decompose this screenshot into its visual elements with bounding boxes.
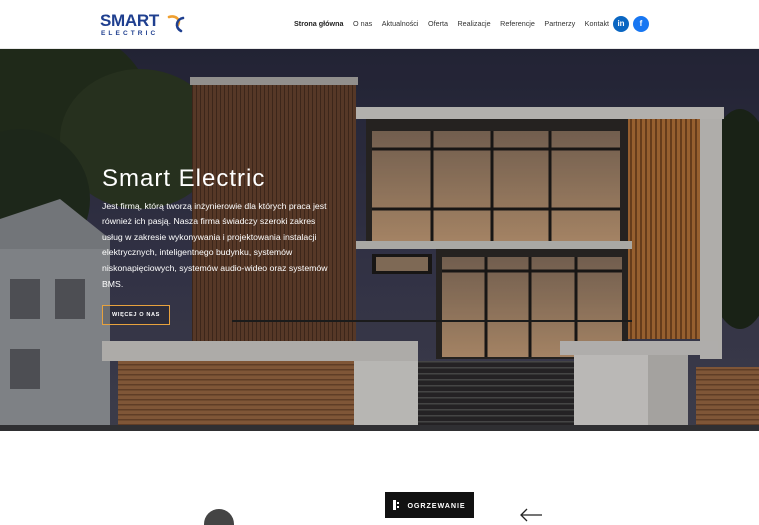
- logo-word: SMART: [100, 11, 159, 30]
- nav-item-references[interactable]: Referencje: [500, 18, 535, 32]
- logo[interactable]: SMART ELECTRIC: [100, 12, 190, 38]
- nav-item-news[interactable]: Aktualności: [382, 18, 419, 32]
- facebook-icon[interactable]: f: [633, 16, 649, 32]
- nav-item-partners[interactable]: Partnerzy: [544, 18, 575, 32]
- arrow-left-icon[interactable]: [519, 508, 543, 522]
- main-nav: Strona główna O nas Aktualności Oferta R…: [294, 18, 619, 32]
- linkedin-glyph: in: [617, 19, 625, 28]
- site-header: SMART ELECTRIC Strona główna O nas Aktua…: [0, 0, 759, 49]
- heating-category-button[interactable]: OGRZEWANIE: [385, 492, 474, 518]
- radiator-icon: [393, 500, 400, 510]
- more-about-us-button[interactable]: WIĘCEJ O NAS: [102, 305, 170, 325]
- linkedin-icon[interactable]: in: [613, 16, 629, 32]
- heating-label: OGRZEWANIE: [407, 500, 466, 510]
- hero-description: Jest firmą, którą tworzą inżynierowie dl…: [102, 200, 328, 289]
- nav-item-home[interactable]: Strona główna: [294, 18, 344, 32]
- nav-item-offer[interactable]: Oferta: [428, 18, 448, 32]
- nav-item-contact[interactable]: Kontakt: [585, 18, 609, 32]
- logo-swirl-icon: [167, 15, 185, 33]
- logo-subword: ELECTRIC: [101, 30, 159, 37]
- hero-section: Smart Electric Jest firmą, którą tworzą …: [0, 49, 759, 431]
- facebook-glyph: f: [639, 19, 643, 28]
- nav-item-projects[interactable]: Realizacje: [457, 18, 490, 32]
- nav-item-about[interactable]: O nas: [353, 18, 372, 32]
- partial-image-circle: [204, 509, 234, 525]
- hero-title: Smart Electric: [102, 165, 266, 193]
